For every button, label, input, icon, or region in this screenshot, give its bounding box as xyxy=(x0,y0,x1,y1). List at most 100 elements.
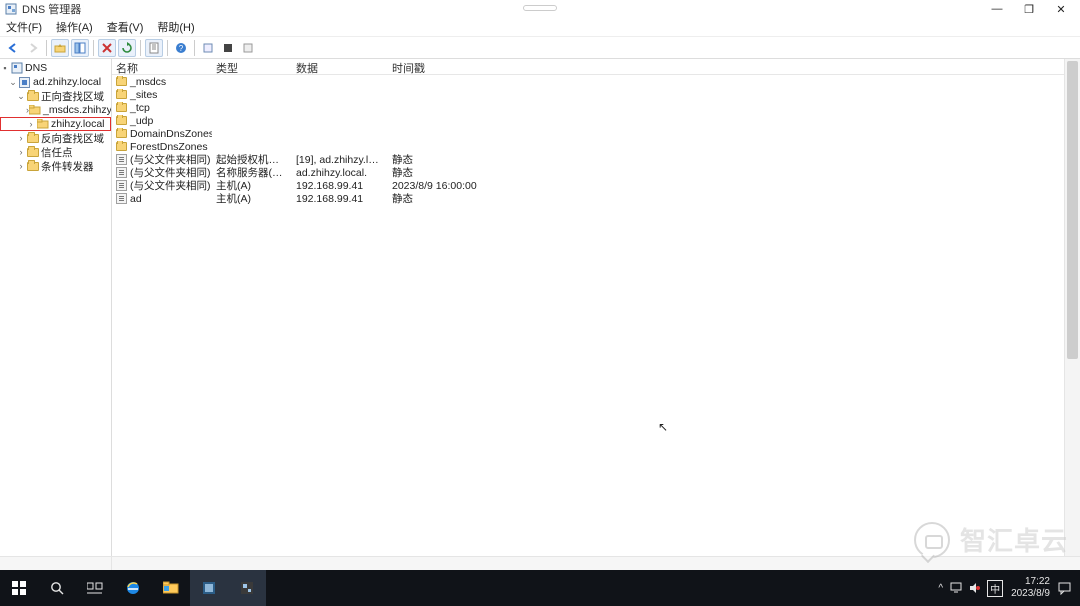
list-body[interactable]: _msdcs_sites_tcp_udpDomainDnsZonesForest… xyxy=(112,75,1064,556)
dns-manager-taskbar-button[interactable] xyxy=(228,570,266,606)
tree-trust-points[interactable]: › 信任点 xyxy=(0,145,111,159)
maximize-button[interactable]: ❐ xyxy=(1020,3,1038,16)
folder-icon xyxy=(26,90,39,102)
explorer-button[interactable] xyxy=(152,570,190,606)
cell-data: ad.zhihzy.local. xyxy=(292,167,388,179)
vertical-scrollbar[interactable] xyxy=(1064,59,1080,556)
folder-icon xyxy=(116,129,127,138)
tree-root-dns[interactable]: ▪ DNS xyxy=(0,61,111,75)
record-icon xyxy=(116,193,127,204)
record-icon xyxy=(116,167,127,178)
folder-icon xyxy=(116,142,127,151)
cell-type: 主机(A) xyxy=(212,191,292,206)
server-manager-button[interactable] xyxy=(190,570,228,606)
tree-zone-msdcs[interactable]: › _msdcs.zhihzy.local xyxy=(0,103,111,117)
col-type[interactable]: 类型 xyxy=(212,59,292,74)
minimize-button[interactable]: — xyxy=(988,3,1006,16)
cell-name: _msdcs xyxy=(130,76,166,88)
nav-back-button[interactable] xyxy=(4,39,22,57)
tree-server[interactable]: ⌄ ad.zhihzy.local xyxy=(0,75,111,89)
cell-name: ad xyxy=(130,193,142,205)
list-row[interactable]: ad 主机(A)192.168.99.41静态 xyxy=(112,192,1064,205)
clock[interactable]: 17:22 2023/8/9 xyxy=(1011,576,1050,600)
record-icon xyxy=(116,154,127,165)
cell-timestamp: 静态 xyxy=(388,191,508,206)
ie-button[interactable] xyxy=(114,570,152,606)
scroll-thumb[interactable] xyxy=(1067,61,1078,359)
menu-action[interactable]: 操作(A) xyxy=(56,19,93,35)
tree-reverse-lookup[interactable]: › 反向查找区域 xyxy=(0,131,111,145)
cell-timestamp: 静态 xyxy=(388,165,508,180)
col-data[interactable]: 数据 xyxy=(292,59,388,74)
window-title: DNS 管理器 xyxy=(22,1,81,17)
network-icon[interactable] xyxy=(949,582,963,594)
tray-area[interactable]: ^ 中 xyxy=(938,580,1003,597)
zone-icon xyxy=(29,104,41,116)
tree-forward-lookup[interactable]: ⌄ 正向查找区域 xyxy=(0,89,111,103)
list-row[interactable]: _udp xyxy=(112,114,1064,127)
toolbar: ? xyxy=(0,36,1080,58)
content-area: ▪ DNS ⌄ ad.zhihzy.local ⌄ 正向查找区域 › _msdc… xyxy=(0,58,1080,556)
list-row[interactable]: _sites xyxy=(112,88,1064,101)
clock-date: 2023/8/9 xyxy=(1011,588,1050,600)
new-record-button[interactable] xyxy=(199,39,217,57)
action-center-icon[interactable] xyxy=(1058,581,1072,595)
show-hide-tree-button[interactable] xyxy=(71,39,89,57)
app-window: DNS 管理器 — ❐ ✕ 文件(F) 操作(A) 查看(V) 帮助(H) ? xyxy=(0,0,1080,570)
zone-icon xyxy=(36,118,49,130)
refresh-button[interactable] xyxy=(118,39,136,57)
record-icon xyxy=(116,180,127,191)
sound-icon[interactable] xyxy=(969,582,981,594)
watermark: 智汇卓云 xyxy=(914,521,1068,558)
folder-icon xyxy=(26,132,39,144)
window-controls: — ❐ ✕ xyxy=(988,3,1076,16)
cursor-icon: ↖ xyxy=(658,420,668,434)
clock-time: 17:22 xyxy=(1011,576,1050,588)
watermark-icon xyxy=(914,522,950,558)
menu-view[interactable]: 查看(V) xyxy=(107,19,144,35)
tray-overflow-icon[interactable]: ^ xyxy=(938,583,943,594)
menu-file[interactable]: 文件(F) xyxy=(6,19,42,35)
list-header[interactable]: 名称 类型 数据 时间戳 xyxy=(112,59,1064,75)
close-button[interactable]: ✕ xyxy=(1052,3,1070,16)
app-icon xyxy=(4,2,18,16)
folder-icon xyxy=(26,146,39,158)
cell-data: 192.168.99.41 xyxy=(292,193,388,205)
search-button[interactable] xyxy=(38,570,76,606)
col-timestamp[interactable]: 时间戳 xyxy=(388,59,508,74)
list-row[interactable]: DomainDnsZones xyxy=(112,127,1064,140)
watermark-text: 智汇卓云 xyxy=(960,521,1068,558)
start-button[interactable] xyxy=(0,570,38,606)
tree-zone-selected[interactable]: › zhihzy.local xyxy=(0,117,111,131)
folder-icon xyxy=(116,103,127,112)
filter-button[interactable] xyxy=(219,39,237,57)
cell-data: 192.168.99.41 xyxy=(292,180,388,192)
up-button[interactable] xyxy=(51,39,69,57)
horizontal-scrollbar[interactable] xyxy=(0,556,1080,570)
list-row[interactable]: _tcp xyxy=(112,101,1064,114)
ime-indicator[interactable]: 中 xyxy=(987,580,1003,597)
list-row[interactable]: _msdcs xyxy=(112,75,1064,88)
cell-timestamp: 2023/8/9 16:00:00 xyxy=(388,180,508,192)
cell-name: ForestDnsZones xyxy=(130,141,208,153)
cell-name: (与父文件夹相同) xyxy=(130,178,211,193)
extra-button[interactable] xyxy=(239,39,257,57)
folder-icon xyxy=(116,77,127,86)
center-grip xyxy=(523,5,557,11)
server-icon xyxy=(18,76,31,88)
nav-forward-button[interactable] xyxy=(24,39,42,57)
tree-conditional-forwarders[interactable]: › 条件转发器 xyxy=(0,159,111,173)
menu-help[interactable]: 帮助(H) xyxy=(157,19,194,35)
folder-icon xyxy=(26,160,39,172)
cell-name: _tcp xyxy=(130,102,150,114)
folder-icon xyxy=(116,116,127,125)
delete-button[interactable] xyxy=(98,39,116,57)
cell-data: [19], ad.zhihzy.local., ho... xyxy=(292,154,388,166)
help-button[interactable]: ? xyxy=(172,39,190,57)
records-list: 名称 类型 数据 时间戳 _msdcs_sites_tcp_udpDomainD… xyxy=(112,59,1064,556)
task-view-button[interactable] xyxy=(76,570,114,606)
properties-button[interactable] xyxy=(145,39,163,57)
col-name[interactable]: 名称 xyxy=(112,59,212,74)
cell-name: _udp xyxy=(130,115,153,127)
scope-tree[interactable]: ▪ DNS ⌄ ad.zhihzy.local ⌄ 正向查找区域 › _msdc… xyxy=(0,59,112,556)
